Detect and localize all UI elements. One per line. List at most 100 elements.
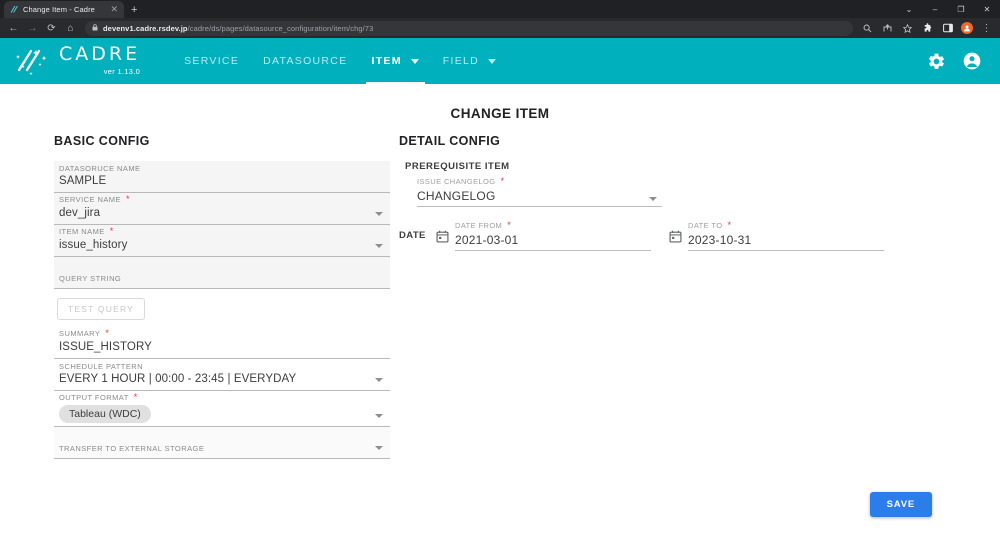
zoom-icon[interactable] [858,19,877,38]
field-date-to[interactable]: DATE TO * 2023-10-31 [669,221,884,251]
value-datasource-name: SAMPLE [59,175,107,187]
required-marker: * [133,392,138,402]
label-issue-changelog: ISSUE CHANGELOG * [417,176,505,186]
calendar-icon[interactable] [436,230,449,248]
value-date-from: 2021-03-01 [455,233,519,247]
value-item-name: issue_history [59,239,128,251]
field-date-from[interactable]: DATE FROM * 2021-03-01 [436,221,651,251]
minimize-button[interactable]: – [922,0,948,18]
label-service-name: SERVICE NAME * [59,194,130,204]
label-datasource-name: DATASORUCE NAME [59,163,141,173]
form-columns: BASIC CONFIG DATASORUCE NAME SAMPLE SERV… [0,134,1000,459]
subheading-prerequisite-item: PREREQUISITE ITEM [405,161,510,172]
section-title-basic: BASIC CONFIG [54,134,150,148]
value-summary: ISSUE_HISTORY [59,341,152,353]
nav-item-field[interactable]: FIELD [431,38,508,84]
label-date-to: DATE TO * [688,220,732,230]
chevron-down-icon[interactable] [375,378,383,382]
output-format-chip-row: Tableau (WDC) [59,404,382,424]
chevron-down-icon[interactable] [375,414,383,418]
required-marker: * [125,194,130,204]
chip-output-format[interactable]: Tableau (WDC) [59,405,151,423]
main-nav: SERVICE DATASOURCE ITEM FIELD [172,38,508,84]
basic-config-column: BASIC CONFIG DATASORUCE NAME SAMPLE SERV… [0,134,390,459]
save-button-wrap: SAVE [869,492,932,517]
lock-icon [92,23,98,33]
url-host: devenv1.cadre.rsdev.jp [103,23,188,33]
nav-label-datasource: DATASOURCE [263,55,348,67]
page-title: CHANGE ITEM [450,106,550,121]
browser-toolbar: ← → ⟳ ⌂ devenv1.cadre.rsdev.jp/cadre/ds/… [0,18,1000,38]
field-output-format[interactable]: OUTPUT FORMAT * Tableau (WDC) [54,391,390,427]
browser-tab[interactable]: Change Item - Cadre ✕ [4,1,124,18]
nav-label-field: FIELD [442,55,480,67]
tab-close-icon[interactable]: ✕ [109,5,119,14]
cadre-logo-icon [14,47,52,77]
required-marker: * [507,220,512,230]
value-issue-changelog: CHANGELOG [417,189,496,203]
address-bar[interactable]: devenv1.cadre.rsdev.jp/cadre/ds/pages/da… [85,20,853,36]
value-transfer-external-storage [59,454,382,456]
field-query-string[interactable]: QUERY STRING [54,257,390,289]
nav-item-item[interactable]: ITEM [360,38,431,84]
date-section: DATE DATE FROM * 2021-03-01 DATE TO * 20… [399,221,1000,251]
forward-icon[interactable]: → [23,19,42,38]
value-date-to: 2023-10-31 [688,233,752,247]
extensions-puzzle-icon[interactable] [918,19,937,38]
tab-title: Change Item - Cadre [23,5,95,14]
address-bar-url: devenv1.cadre.rsdev.jp/cadre/ds/pages/da… [103,24,373,33]
test-query-button[interactable]: TEST QUERY [57,298,146,320]
chevron-down-icon[interactable] [375,446,383,450]
value-schedule-pattern: EVERY 1 HOUR | 00:00 - 23:45 | EVERYDAY [59,373,297,385]
back-icon[interactable]: ← [4,19,23,38]
label-date: DATE [399,230,426,241]
field-issue-changelog[interactable]: ISSUE CHANGELOG * CHANGELOG [417,177,662,207]
reload-icon[interactable]: ⟳ [42,19,61,38]
label-date-from: DATE FROM * [455,220,512,230]
field-schedule-pattern[interactable]: SCHEDULE PATTERN EVERY 1 HOUR | 00:00 - … [54,359,390,391]
page-body: CHANGE ITEM BASIC CONFIG DATASORUCE NAME… [0,84,1000,534]
chevron-down-icon[interactable] [649,197,657,201]
chevron-down-icon[interactable] [375,244,383,248]
field-item-name[interactable]: ITEM NAME * issue_history [54,225,390,257]
calendar-icon[interactable] [669,230,682,248]
nav-item-datasource[interactable]: DATASOURCE [251,38,359,84]
app-header: CADRE ver 1.13.0 SERVICE DATASOURCE ITEM… [0,38,1000,84]
side-panel-icon[interactable] [938,19,957,38]
value-query-string [59,284,382,286]
label-schedule-pattern: SCHEDULE PATTERN [59,361,144,371]
close-window-button[interactable]: ✕ [974,0,1000,18]
label-item-name: ITEM NAME * [59,226,114,236]
field-service-name[interactable]: SERVICE NAME * dev_jira [54,193,390,225]
required-marker: * [105,328,110,338]
app-version: ver 1.13.0 [103,67,141,76]
brand-logo[interactable]: CADRE ver 1.13.0 [14,45,140,77]
field-summary[interactable]: SUMMARY * ISSUE_HISTORY [54,327,390,359]
browser-menu-icon[interactable]: ⋮ [977,19,996,38]
field-datasource-name[interactable]: DATASORUCE NAME SAMPLE [54,161,390,193]
home-icon[interactable]: ⌂ [61,19,80,38]
account-icon[interactable] [962,51,982,71]
window-controls: ⌄ – ❐ ✕ [896,0,1000,18]
label-query-string: QUERY STRING [59,273,122,283]
field-transfer-external-storage[interactable]: TRANSFER TO EXTERNAL STORAGE [54,427,390,459]
chevron-down-icon[interactable] [375,212,383,216]
required-marker: * [727,220,732,230]
new-tab-button[interactable]: + [131,5,137,16]
save-button[interactable]: SAVE [869,492,932,517]
profile-avatar[interactable] [961,22,973,34]
label-output-format: OUTPUT FORMAT * [59,392,138,402]
chevron-down-icon[interactable]: ⌄ [896,0,922,18]
label-transfer-external-storage: TRANSFER TO EXTERNAL STORAGE [59,443,205,453]
nav-label-item: ITEM [371,55,402,67]
share-icon[interactable] [878,19,897,38]
browser-chrome: Change Item - Cadre ✕ + ⌄ – ❐ ✕ ← → ⟳ ⌂ … [0,0,1000,38]
gear-icon[interactable] [927,52,946,71]
nav-item-service[interactable]: SERVICE [172,38,251,84]
nav-label-service: SERVICE [184,55,240,67]
maximize-button[interactable]: ❐ [948,0,974,18]
chevron-down-icon [410,58,419,64]
required-marker: * [109,226,114,236]
bookmark-star-icon[interactable] [898,19,917,38]
url-path: /cadre/ds/pages/datasource_configuration… [187,23,374,33]
